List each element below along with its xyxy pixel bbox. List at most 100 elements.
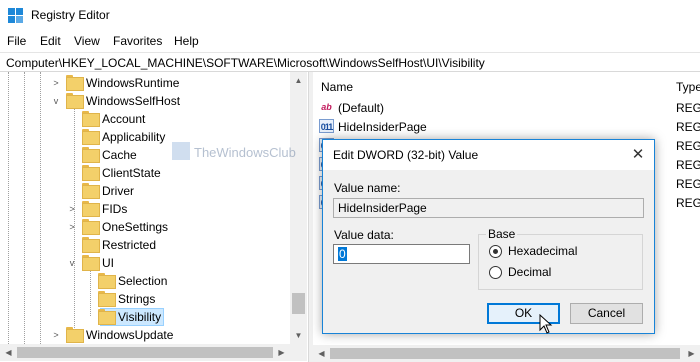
list-horizontal-scrollbar[interactable]: ◀ ▶ (313, 345, 700, 362)
window-titlebar: Registry Editor (0, 0, 700, 31)
menu-edit[interactable]: Edit (40, 34, 61, 48)
tree-item-ui[interactable]: v UI (0, 254, 290, 272)
value-data-text[interactable]: 0 (338, 247, 347, 261)
column-header-name[interactable]: Name (321, 72, 353, 98)
string-value-icon: ab (321, 102, 332, 112)
scroll-thumb[interactable] (330, 348, 680, 359)
collapse-icon[interactable]: v (68, 259, 76, 268)
binary-value-icon: 011 (319, 119, 334, 133)
tree-item-visibility[interactable]: Visibility (0, 308, 290, 326)
watermark-logo-icon (172, 142, 190, 160)
tree-item-fids[interactable]: > FIDs (0, 200, 290, 218)
folder-icon (82, 219, 100, 235)
tree-item-label: Driver (102, 184, 134, 198)
address-bar[interactable]: Computer\HKEY_LOCAL_MACHINE\SOFTWARE\Mic… (0, 52, 700, 72)
value-type: REG_ (676, 101, 700, 115)
address-path[interactable]: Computer\HKEY_LOCAL_MACHINE\SOFTWARE\Mic… (6, 56, 485, 70)
scroll-left-icon[interactable]: ◀ (0, 344, 17, 361)
tree-item-windowsupdate[interactable]: > WindowsUpdate (0, 326, 290, 344)
tree-item-label: FIDs (102, 202, 128, 216)
tree-item-strings[interactable]: Strings (0, 290, 290, 308)
folder-icon (82, 165, 100, 181)
menu-favorites[interactable]: Favorites (113, 34, 162, 48)
tree-item-label: Strings (118, 292, 156, 306)
value-type: REG_ (676, 158, 700, 172)
tree-item-label: Account (102, 112, 146, 126)
tree-item-label: WindowsSelfHost (86, 94, 181, 108)
folder-icon (82, 147, 100, 163)
value-name-field: HideInsiderPage (333, 198, 644, 218)
edit-dword-dialog: Edit DWORD (32-bit) Value ✕ Value name: … (322, 139, 655, 334)
tree-item-label: ClientState (102, 166, 161, 180)
tree-item-restricted[interactable]: Restricted (0, 236, 290, 254)
folder-icon (82, 255, 100, 271)
mouse-cursor-icon (539, 314, 553, 334)
cancel-button[interactable]: Cancel (570, 303, 643, 324)
tree-item-onesettings[interactable]: > OneSettings (0, 218, 290, 236)
value-data-input[interactable]: 0 (333, 244, 470, 264)
radio-hexadecimal[interactable] (489, 245, 502, 258)
folder-icon (66, 93, 84, 109)
column-header-type[interactable]: Type (676, 72, 700, 98)
expand-icon[interactable]: > (68, 223, 76, 232)
dialog-title: Edit DWORD (32-bit) Value (333, 148, 479, 162)
folder-icon (98, 273, 116, 289)
menu-help[interactable]: Help (174, 34, 199, 48)
radio-hexadecimal-label[interactable]: Hexadecimal (508, 244, 577, 258)
tree-item-label: Applicability (102, 130, 166, 144)
scroll-left-icon[interactable]: ◀ (313, 345, 330, 362)
folder-icon (82, 129, 100, 145)
expand-icon[interactable]: > (52, 331, 60, 340)
tree-item-applicability[interactable]: Applicability (0, 128, 290, 146)
tree-item-clientstate[interactable]: ClientState (0, 164, 290, 182)
list-item[interactable]: ab (Default) REG_ (317, 98, 700, 117)
value-name-label: Value name: (334, 181, 401, 195)
folder-icon (82, 183, 100, 199)
scroll-right-icon[interactable]: ▶ (273, 344, 290, 361)
tree-item-label: WindowsUpdate (86, 328, 174, 342)
tree-item-windowsselfhost[interactable]: v WindowsSelfHost (0, 92, 290, 110)
radio-decimal[interactable] (489, 266, 502, 279)
value-name: HideInsiderPage (338, 120, 427, 134)
tree-item-windowsruntime[interactable]: > WindowsRuntime (0, 74, 290, 92)
tree-item-label: OneSettings (102, 220, 169, 234)
radio-decimal-label[interactable]: Decimal (508, 265, 551, 279)
scroll-thumb[interactable] (292, 293, 305, 314)
tree-item-account[interactable]: Account (0, 110, 290, 128)
tree-vertical-scrollbar[interactable]: ▲ ▼ (290, 72, 307, 344)
scroll-right-icon[interactable]: ▶ (683, 345, 700, 362)
value-type: REG_ (676, 177, 700, 191)
value-data-label: Value data: (334, 228, 394, 242)
menu-file[interactable]: File (7, 34, 26, 48)
folder-icon (82, 111, 100, 127)
tree-pane[interactable]: > WindowsRuntime v WindowsSelfHost Accou… (0, 72, 308, 362)
tree-item-driver[interactable]: Driver (0, 182, 290, 200)
scroll-down-icon[interactable]: ▼ (290, 327, 307, 344)
tree-item-label: Restricted (102, 238, 157, 252)
collapse-icon[interactable]: v (52, 97, 60, 106)
list-item[interactable]: 011 HideInsiderPage REG_ (317, 117, 700, 136)
close-icon[interactable]: ✕ (628, 145, 648, 165)
tree-item-label: WindowsRuntime (86, 76, 180, 90)
value-type: REG_ (676, 196, 700, 210)
expand-icon[interactable]: > (52, 79, 60, 88)
scroll-up-icon[interactable]: ▲ (290, 72, 307, 89)
menu-view[interactable]: View (74, 34, 100, 48)
tree-item-selection[interactable]: Selection (0, 272, 290, 290)
base-groupbox: Base Hexadecimal Decimal (478, 227, 643, 290)
tree-item-label: Visibility (118, 310, 162, 324)
folder-icon (66, 327, 84, 343)
value-type: REG_ (676, 139, 700, 153)
expand-icon[interactable]: > (68, 205, 76, 214)
folder-icon (66, 75, 84, 91)
value-type: REG_ (676, 120, 700, 134)
base-label: Base (486, 227, 518, 241)
dialog-titlebar[interactable]: Edit DWORD (32-bit) Value ✕ (323, 140, 654, 170)
folder-icon (82, 237, 100, 253)
tree-item-label: UI (102, 256, 114, 270)
scroll-thumb[interactable] (17, 347, 275, 358)
value-name-text: HideInsiderPage (338, 201, 427, 215)
watermark-text: TheWindowsClub (194, 145, 296, 160)
tree-horizontal-scrollbar[interactable]: ◀ ▶ (0, 344, 307, 361)
tree-item-label: Selection (118, 274, 168, 288)
